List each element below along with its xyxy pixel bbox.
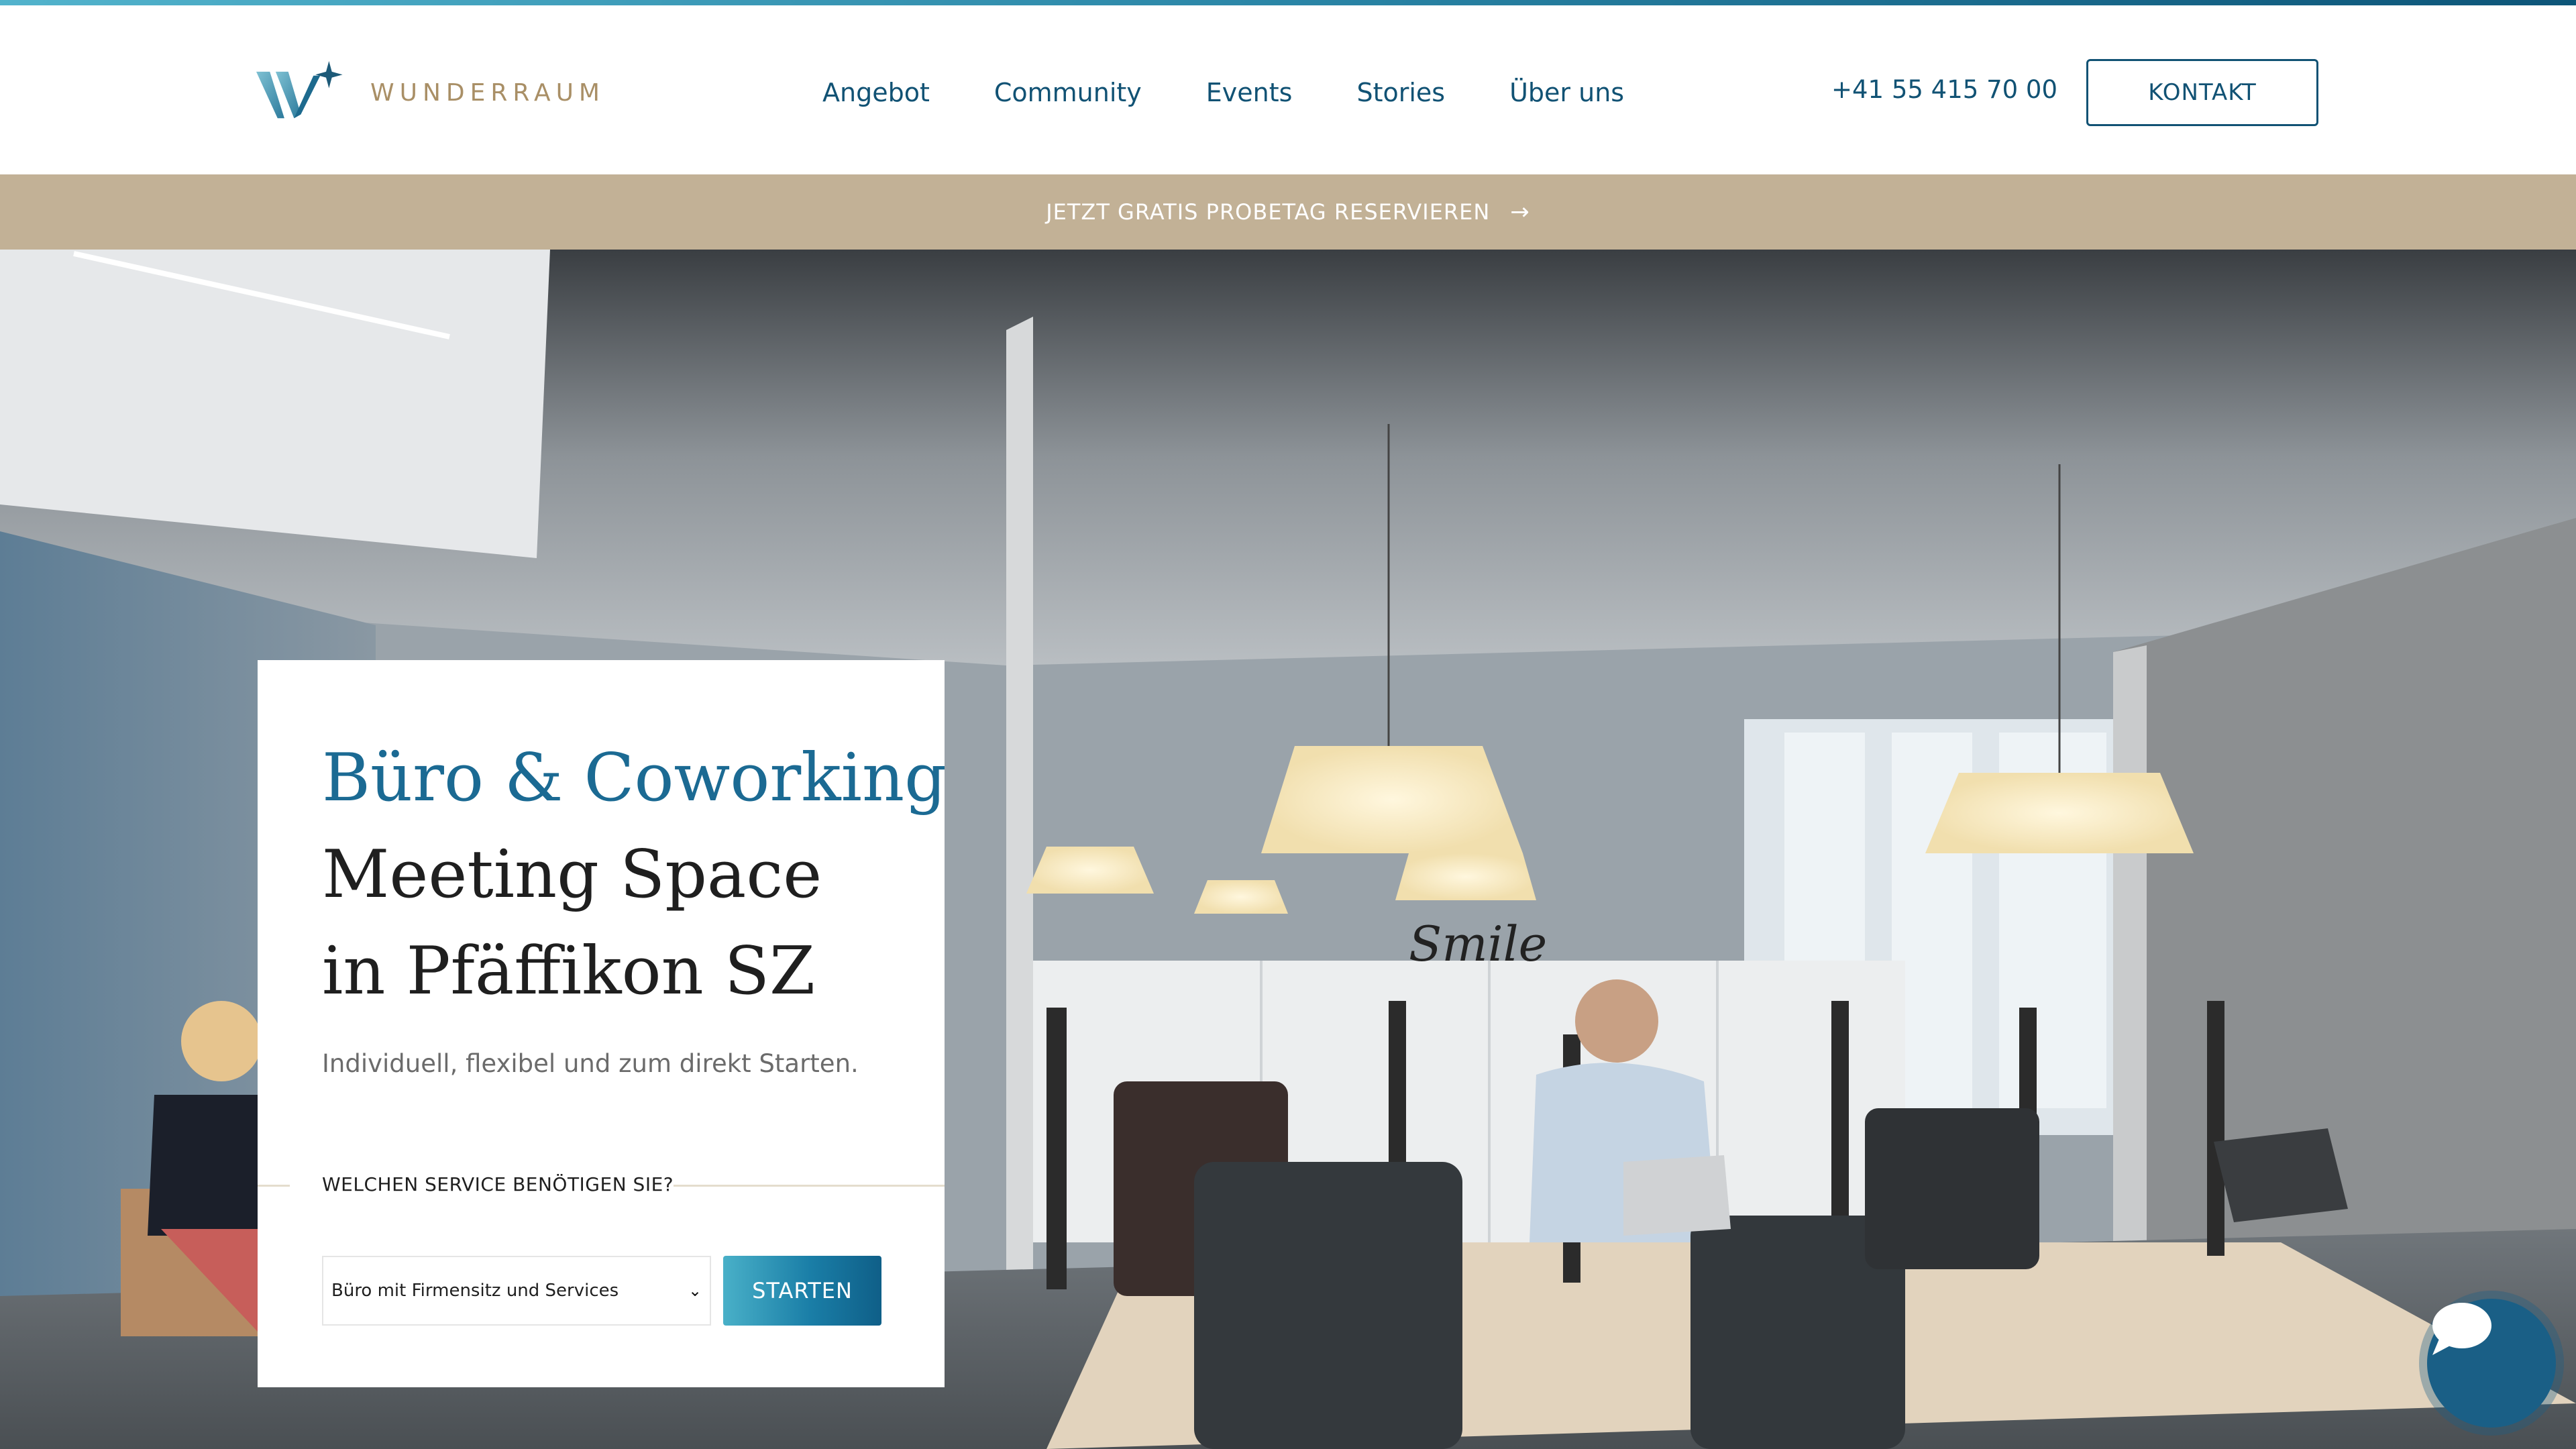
promo-label: JETZT GRATIS PROBETAG RESERVIEREN	[1046, 199, 1491, 225]
hero-section: Smile Büro & Coworking Meeting Space in …	[0, 250, 2576, 1449]
service-divider: WELCHEN SERVICE BENÖTIGEN SIE?	[258, 1170, 945, 1199]
promo-banner[interactable]: JETZT GRATIS PROBETAG RESERVIEREN →	[0, 174, 2576, 250]
nav-angebot[interactable]: Angebot	[822, 78, 930, 107]
nav-events[interactable]: Events	[1206, 78, 1293, 107]
phone-link[interactable]: +41 55 415 70 00	[1831, 75, 2057, 104]
top-accent-line	[0, 0, 2576, 5]
hero-subtitle: Individuell, flexibel und zum direkt Sta…	[322, 1049, 859, 1078]
hero-title-line-2: Meeting Space	[322, 837, 822, 913]
service-select[interactable]: Büro mit Firmensitz und Services ⌄	[322, 1256, 711, 1326]
logo-mark-icon	[256, 61, 343, 119]
service-question-label: WELCHEN SERVICE BENÖTIGEN SIE?	[322, 1173, 674, 1195]
smile-sign: Smile	[1409, 916, 1547, 972]
chevron-down-icon: ⌄	[688, 1281, 702, 1300]
nav-stories[interactable]: Stories	[1356, 78, 1445, 107]
main-nav: Angebot Community Events Stories Über un…	[822, 78, 1688, 107]
site-header: WUNDERRAUM Angebot Community Events Stor…	[0, 5, 2576, 174]
chat-bubble-icon	[2432, 1303, 2491, 1355]
chat-widget-button[interactable]	[2427, 1299, 2556, 1428]
logo-wordmark: WUNDERRAUM	[370, 78, 605, 107]
hero-title-line-1: Büro & Coworking	[322, 740, 947, 816]
hero-card: Büro & Coworking Meeting Space in Pfäffi…	[258, 660, 947, 1387]
nav-ueber-uns[interactable]: Über uns	[1509, 78, 1624, 107]
logo[interactable]: WUNDERRAUM	[256, 46, 605, 140]
divider-line-left	[258, 1185, 290, 1187]
arrow-right-icon: →	[1510, 199, 1530, 225]
divider-line-right	[674, 1185, 945, 1187]
nav-community[interactable]: Community	[994, 78, 1142, 107]
starten-button[interactable]: STARTEN	[723, 1256, 881, 1326]
hero-title-line-3: in Pfäffikon SZ	[322, 933, 816, 1010]
service-select-value: Büro mit Firmensitz und Services	[331, 1281, 619, 1301]
kontakt-button[interactable]: KONTAKT	[2086, 59, 2318, 126]
